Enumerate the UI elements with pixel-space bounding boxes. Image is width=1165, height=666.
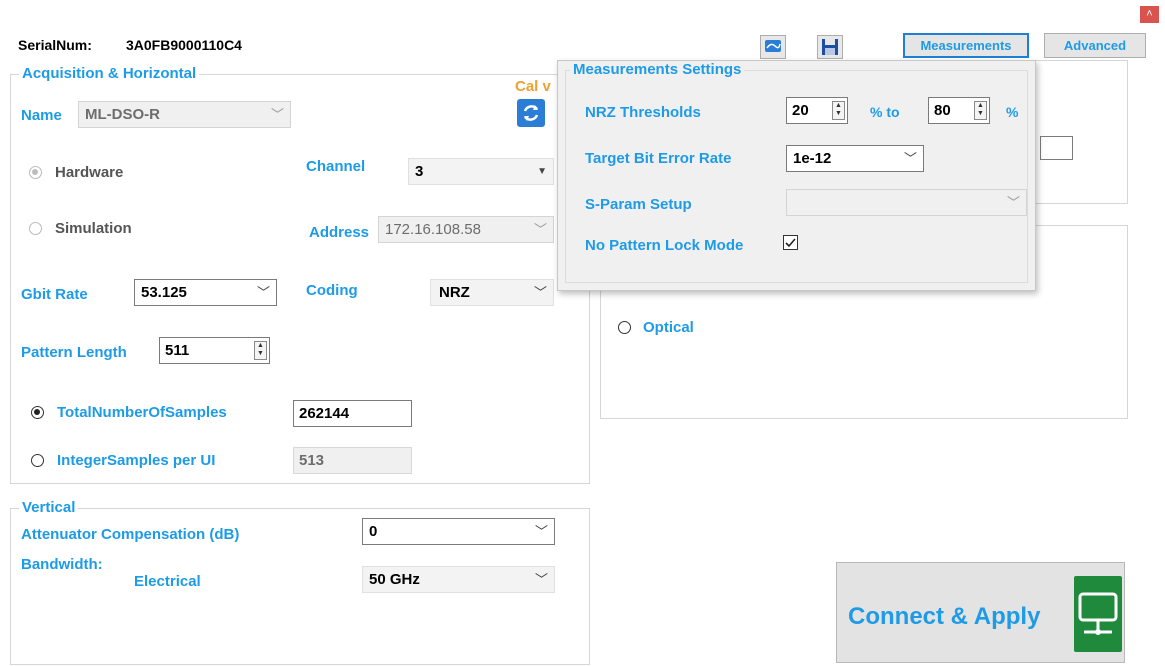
measurements-settings-popup: Measurements Settings NRZ Thresholds 20 …: [557, 60, 1036, 291]
sparam-setup-label: S-Param Setup: [585, 196, 692, 213]
optical-label: Optical: [643, 319, 694, 336]
target-ber-value: 1e-12: [793, 150, 832, 167]
chevron-down-icon: ﹀: [256, 285, 270, 300]
total-samples-input[interactable]: 262144: [293, 400, 412, 427]
hardware-radio[interactable]: [29, 166, 42, 179]
monitor-icon: [765, 40, 781, 52]
spinner-arrows-icon[interactable]: ▲ ▼: [832, 101, 845, 120]
address-label: Address: [309, 224, 370, 241]
target-ber-select[interactable]: 1e-12 ﹀: [786, 145, 924, 172]
integer-samples-input[interactable]: 513: [293, 447, 412, 474]
vertical-legend: Vertical: [19, 499, 79, 516]
save-icon: [822, 39, 838, 55]
serial-label: SerialNum:: [18, 37, 92, 53]
coding-value: NRZ: [439, 284, 470, 301]
nrz-low-value: 20: [792, 102, 809, 119]
chevron-down-icon: ﹀: [534, 524, 548, 539]
gbit-rate-label: Gbit Rate: [21, 286, 88, 303]
connect-apply-label: Connect & Apply: [848, 603, 1041, 630]
optical-radio[interactable]: [618, 321, 631, 334]
nrz-high-value: 80: [934, 102, 951, 119]
integer-samples-label: IntegerSamples per UI: [57, 452, 216, 469]
dropdown-arrow-icon: ▼: [537, 166, 547, 177]
attenuator-select[interactable]: 0 ﹀: [362, 518, 555, 545]
nrz-thresholds-label: NRZ Thresholds: [585, 104, 701, 121]
top-right-input[interactable]: [1040, 136, 1073, 160]
integer-samples-radio[interactable]: [31, 454, 44, 467]
bandwidth-value: 50 GHz: [369, 571, 420, 588]
scope-view-button[interactable]: [760, 35, 786, 59]
channel-label: Channel: [306, 158, 366, 175]
sparam-setup-select[interactable]: ﹀: [786, 189, 1027, 216]
total-samples-radio[interactable]: [31, 406, 44, 419]
chevron-down-icon: ﹀: [533, 222, 547, 237]
save-button[interactable]: [817, 35, 843, 59]
channel-select[interactable]: 3 ▼: [408, 158, 554, 185]
pattern-length-spinner[interactable]: 511 ▲ ▼: [159, 337, 270, 364]
connect-icon: [1074, 576, 1122, 652]
chevron-down-icon: ﹀: [270, 107, 284, 122]
name-value: ML-DSO-R: [85, 106, 160, 123]
cal-refresh-button[interactable]: [517, 99, 545, 127]
measurements-settings-legend: Measurements Settings: [570, 61, 745, 78]
electrical-label: Electrical: [134, 573, 201, 590]
coding-select[interactable]: NRZ ﹀: [430, 279, 554, 306]
checkmark-icon: [785, 238, 796, 248]
close-button[interactable]: ˄: [1140, 6, 1159, 23]
target-ber-label: Target Bit Error Rate: [585, 150, 732, 167]
serial-value: 3A0FB9000110C4: [126, 37, 242, 53]
bandwidth-label: Bandwidth:: [21, 556, 103, 573]
simulation-radio[interactable]: [29, 222, 42, 235]
collapse-icon: ˄: [1146, 8, 1153, 20]
advanced-button[interactable]: Advanced: [1044, 33, 1146, 58]
address-value: 172.16.108.58: [385, 221, 481, 238]
channel-value: 3: [415, 163, 424, 180]
gbit-rate-value: 53.125: [141, 284, 187, 301]
connect-apply-button[interactable]: Connect & Apply: [836, 562, 1125, 663]
name-select[interactable]: ML-DSO-R ﹀: [78, 101, 291, 128]
pattern-length-label: Pattern Length: [21, 344, 127, 361]
cal-label: Cal v: [515, 78, 551, 95]
bandwidth-select[interactable]: 50 GHz ﹀: [362, 566, 555, 593]
gbit-rate-select[interactable]: 53.125 ﹀: [134, 279, 277, 306]
chevron-down-icon: ﹀: [903, 151, 917, 166]
nrz-low-spinner[interactable]: 20 ▲ ▼: [786, 97, 848, 124]
coding-label: Coding: [306, 282, 358, 299]
to-label: % to: [870, 104, 900, 120]
address-select[interactable]: 172.16.108.58 ﹀: [378, 216, 554, 243]
measurements-button[interactable]: Measurements: [903, 33, 1029, 58]
pattern-length-value: 511: [165, 342, 190, 359]
spinner-arrows-icon[interactable]: ▲ ▼: [254, 341, 267, 360]
no-pattern-lock-label: No Pattern Lock Mode: [585, 237, 744, 254]
name-label: Name: [21, 107, 62, 124]
percent-label: %: [1006, 104, 1019, 120]
attenuator-label: Attenuator Compensation (dB): [21, 526, 240, 543]
nrz-high-spinner[interactable]: 80 ▲ ▼: [928, 97, 990, 124]
chevron-down-icon: ﹀: [534, 572, 548, 587]
refresh-icon: [523, 105, 539, 121]
total-samples-label: TotalNumberOfSamples: [57, 404, 227, 421]
hardware-label: Hardware: [55, 164, 124, 181]
chevron-down-icon: ﹀: [1006, 195, 1020, 210]
attenuator-value: 0: [369, 523, 378, 540]
no-pattern-lock-checkbox[interactable]: [783, 235, 798, 250]
simulation-label: Simulation: [55, 220, 132, 237]
acquisition-legend: Acquisition & Horizontal: [19, 65, 200, 82]
spinner-arrows-icon[interactable]: ▲ ▼: [974, 101, 987, 120]
chevron-down-icon: ﹀: [533, 285, 547, 300]
